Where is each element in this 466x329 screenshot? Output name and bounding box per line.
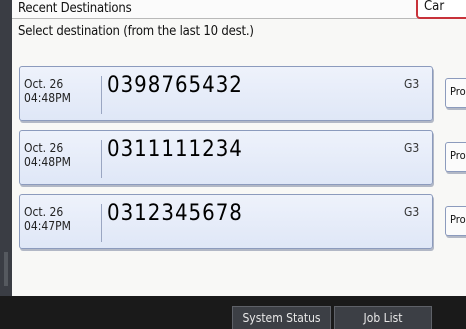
destination-row-2[interactable]: Oct. 26 04:48PM 0311111234 G3 (19, 130, 433, 185)
destination-time: 04:47PM (24, 219, 71, 233)
instruction-text: Select destination (from the last 10 des… (18, 24, 254, 39)
recent-destinations-panel: Recent Destinations Car Select destinati… (12, 0, 466, 296)
program-button-3[interactable]: Pro (445, 206, 466, 236)
cancel-button[interactable]: Car (416, 0, 466, 19)
destination-mode: G3 (404, 205, 420, 219)
destination-number: 0312345678 (107, 201, 243, 226)
destination-row-1[interactable]: Oct. 26 04:48PM 0398765432 G3 (19, 66, 433, 121)
destination-date: Oct. 26 (24, 141, 64, 155)
destination-datetime: Oct. 26 04:48PM (24, 77, 71, 105)
destination-row-3[interactable]: Oct. 26 04:47PM 0312345678 G3 (19, 194, 433, 249)
system-status-button[interactable]: System Status (232, 306, 331, 329)
row-divider (101, 140, 102, 178)
page-title: Recent Destinations (18, 1, 132, 16)
destination-datetime: Oct. 26 04:47PM (24, 205, 71, 233)
row-divider (101, 204, 102, 242)
left-edge-strip (0, 0, 12, 296)
job-list-button[interactable]: Job List (334, 306, 432, 329)
destination-date: Oct. 26 (24, 77, 64, 91)
destination-number: 0398765432 (107, 73, 243, 98)
edge-notch (4, 252, 8, 286)
destination-datetime: Oct. 26 04:48PM (24, 141, 71, 169)
program-button-2[interactable]: Pro (445, 142, 466, 172)
destination-time: 04:48PM (24, 91, 71, 105)
destination-mode: G3 (404, 77, 420, 91)
row-divider (101, 76, 102, 114)
destination-time: 04:48PM (24, 155, 71, 169)
destination-number: 0311111234 (107, 137, 243, 162)
destination-mode: G3 (404, 141, 420, 155)
destination-date: Oct. 26 (24, 205, 64, 219)
panel-header: Recent Destinations (12, 0, 466, 19)
program-button-1[interactable]: Pro (445, 78, 466, 108)
